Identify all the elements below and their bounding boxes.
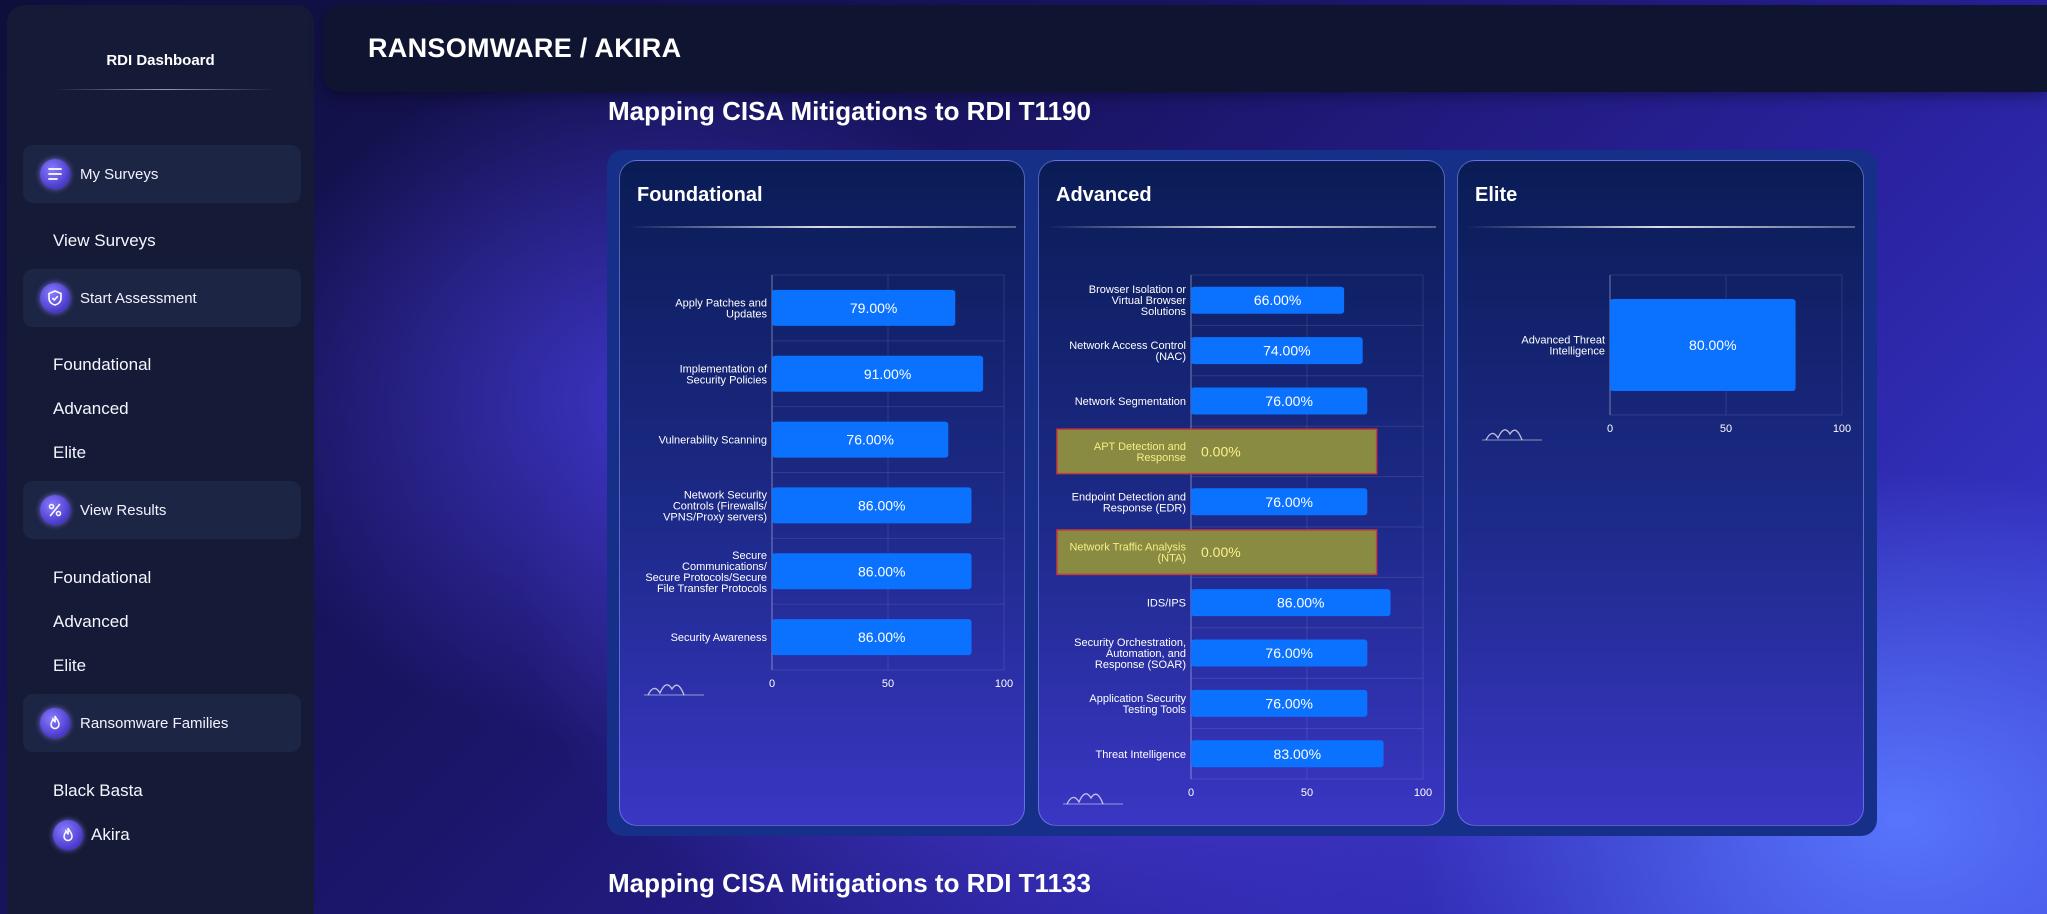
category-label: Security Orchestration, Automation, and Re… bbox=[1074, 637, 1186, 671]
category-label: Network Segmentation bbox=[1075, 396, 1186, 408]
results-percent-icon bbox=[40, 495, 70, 525]
category-label: Vulnerability Scanning bbox=[659, 435, 767, 447]
bar-value-label: 76.00% bbox=[1265, 494, 1312, 510]
foundational-chart: 79.00% Apply Patches and Updates 91.00% Impl… bbox=[644, 274, 1013, 696]
category-label: Secure Communications/Secure Protocols/Se… bbox=[645, 550, 768, 595]
nav-ransomware-families-label: Ransomware Families bbox=[80, 714, 229, 732]
bar-value-label: 91.00% bbox=[864, 366, 911, 382]
nav-results-foundational[interactable]: Foundational bbox=[53, 568, 151, 588]
sidebar: RDI Dashboard My Surveys View Surveys St… bbox=[7, 5, 314, 914]
card-foundational: Foundational 79.00% Apply Patches and Upda… bbox=[619, 160, 1025, 826]
category-label: Threat Intelligence bbox=[1096, 749, 1187, 761]
x-tick-label: 100 bbox=[995, 678, 1013, 690]
nav-start-assessment-label: Start Assessment bbox=[80, 289, 197, 307]
page-header: RANSOMWARE / AKIRA bbox=[323, 5, 2047, 92]
nav-view-surveys[interactable]: View Surveys bbox=[53, 231, 156, 251]
elite-chart: 80.00% Advanced Threat Intelligence 0 50 100 bbox=[1482, 274, 1851, 441]
brand-title: RDI Dashboard bbox=[106, 52, 215, 69]
chart-grid bbox=[771, 274, 1005, 671]
nav-ransomware-families[interactable]: Ransomware Families bbox=[23, 694, 301, 752]
bar-value-label: 76.00% bbox=[1265, 645, 1312, 661]
nav-assessment-advanced[interactable]: Advanced bbox=[53, 399, 129, 419]
category-label: Browser Isolation or Virtual Browser Solut… bbox=[1089, 284, 1187, 318]
nav-start-assessment[interactable]: Start Assessment bbox=[23, 269, 301, 327]
page-title: RANSOMWARE / AKIRA bbox=[368, 33, 682, 63]
advanced-chart: 66.00% Browser Isolation or Virtual Browse… bbox=[1056, 274, 1432, 805]
x-tick-label: 100 bbox=[1833, 423, 1851, 435]
nav-results-elite[interactable]: Elite bbox=[53, 656, 86, 676]
bar-value-label: 83.00% bbox=[1274, 746, 1321, 762]
category-label: Implementation of Security Policies bbox=[680, 363, 768, 386]
category-label: Network Security Controls (Firewalls/VPNS… bbox=[663, 489, 768, 523]
shield-icon bbox=[40, 283, 70, 313]
bar-value-label: 86.00% bbox=[1277, 595, 1324, 611]
bar-value-label: 79.00% bbox=[850, 300, 897, 316]
chart-logo-icon bbox=[647, 684, 685, 696]
nav-results-advanced[interactable]: Advanced bbox=[53, 612, 129, 632]
category-label: Advanced Threat Intelligence bbox=[1521, 335, 1605, 358]
nav-assessment-foundational[interactable]: Foundational bbox=[53, 355, 151, 375]
x-tick-label: 50 bbox=[882, 678, 894, 690]
nav-family-akira-label: Akira bbox=[91, 825, 130, 844]
x-tick-label: 0 bbox=[1188, 787, 1194, 799]
mitigation-panel-t1190: Foundational 79.00% Apply Patches and Upda… bbox=[607, 150, 1877, 836]
bar-value-label: 76.00% bbox=[1265, 695, 1312, 711]
bar-value-label: 86.00% bbox=[858, 629, 905, 645]
category-label: Network Access Control (NAC) bbox=[1069, 340, 1186, 363]
bar-value-label: 86.00% bbox=[858, 563, 905, 579]
category-label: IDS/IPS bbox=[1147, 598, 1186, 610]
survey-list-icon bbox=[40, 159, 70, 189]
nav-my-surveys[interactable]: My Surveys bbox=[23, 145, 301, 203]
chart-logo-icon bbox=[1485, 429, 1523, 441]
flame-icon bbox=[53, 820, 83, 850]
bar-value-label: 66.00% bbox=[1254, 292, 1301, 308]
nav-my-surveys-label: My Surveys bbox=[80, 165, 159, 183]
bar-value-label: 74.00% bbox=[1263, 343, 1310, 359]
card-advanced: Advanced 66.00% Browser Isolation or Virtu… bbox=[1038, 160, 1445, 826]
category-label: Application Security Testing Tools bbox=[1089, 693, 1186, 716]
x-tick-label: 50 bbox=[1301, 787, 1313, 799]
x-tick-label: 0 bbox=[769, 678, 775, 690]
nav-view-results-label: View Results bbox=[80, 501, 167, 519]
card-elite: Elite 80.00% Advanced Threat Intelligence 0… bbox=[1457, 160, 1864, 826]
nav-assessment-elite[interactable]: Elite bbox=[53, 443, 86, 463]
nav-view-results[interactable]: View Results bbox=[23, 481, 301, 539]
brand-divider bbox=[55, 89, 275, 90]
category-label: Apply Patches and Updates bbox=[675, 297, 767, 320]
section-title-t1190: Mapping CISA Mitigations to RDI T1190 bbox=[608, 96, 1091, 126]
bar-value-label: 76.00% bbox=[846, 432, 893, 448]
x-tick-label: 0 bbox=[1607, 423, 1613, 435]
category-label: Security Awareness bbox=[671, 632, 768, 644]
chart-logo-icon bbox=[1066, 793, 1104, 805]
bar-value-label: 76.00% bbox=[1265, 393, 1312, 409]
nav-family-akira[interactable]: Akira bbox=[53, 820, 130, 850]
nav-family-black-basta[interactable]: Black Basta bbox=[53, 781, 143, 801]
bar-value-label: 0.00% bbox=[1201, 443, 1241, 459]
x-tick-label: 100 bbox=[1414, 787, 1432, 799]
bar-value-label: 86.00% bbox=[858, 497, 905, 513]
flame-icon bbox=[40, 708, 70, 738]
section-title-t1133: Mapping CISA Mitigations to RDI T1133 bbox=[608, 868, 1091, 898]
bar-value-label: 80.00% bbox=[1689, 337, 1736, 353]
x-tick-label: 50 bbox=[1720, 423, 1732, 435]
bar-value-label: 0.00% bbox=[1201, 544, 1241, 560]
category-label: Endpoint Detection and Response (EDR) bbox=[1072, 491, 1186, 514]
